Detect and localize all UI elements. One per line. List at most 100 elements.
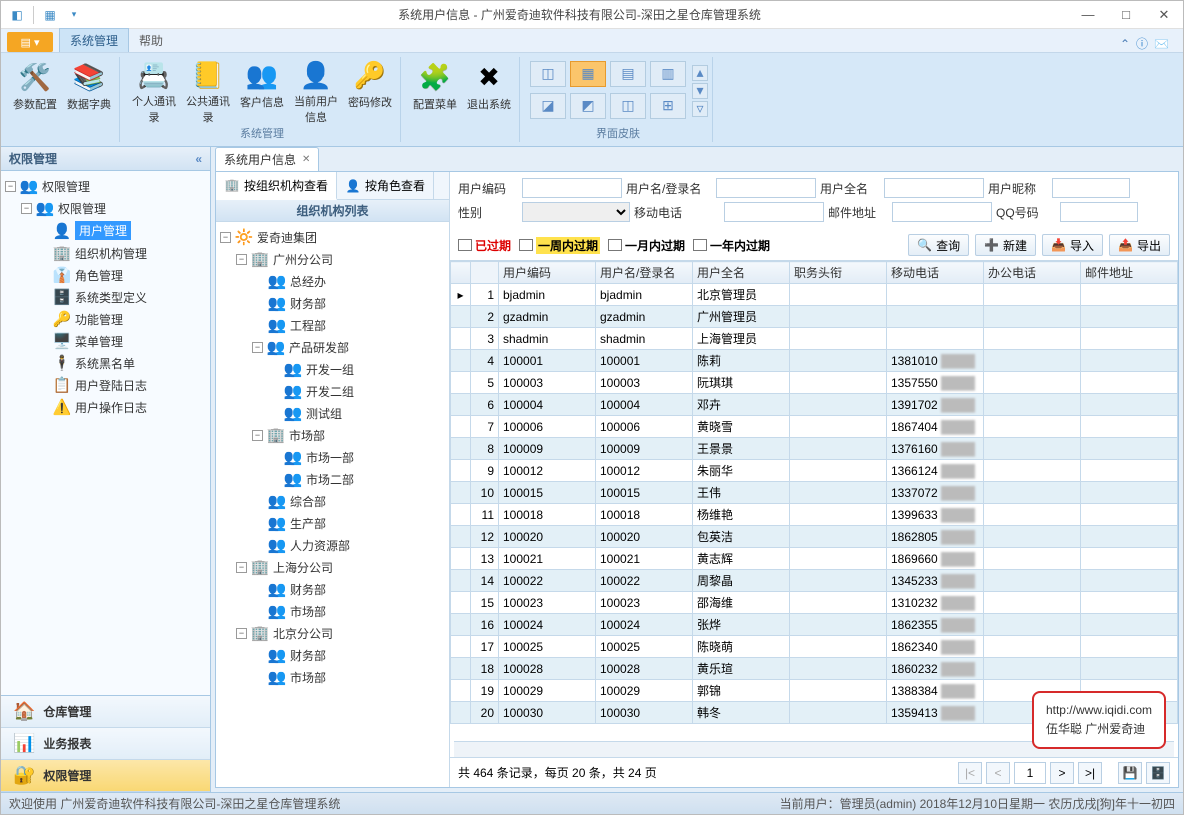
pager-prev-button[interactable]: < bbox=[986, 762, 1010, 784]
qat-button[interactable]: ▦ bbox=[40, 5, 60, 25]
tree-node[interactable]: 👤用户管理 bbox=[5, 219, 206, 242]
tree-node[interactable]: 👥人力资源部 bbox=[220, 534, 445, 556]
input-mobile[interactable] bbox=[724, 202, 824, 222]
expand-icon[interactable]: − bbox=[5, 181, 16, 192]
table-row[interactable]: 18100028100028黄乐瑄1860232 ████ bbox=[451, 658, 1178, 680]
export-button[interactable]: 📤导出 bbox=[1109, 234, 1170, 256]
table-row[interactable]: 15100023100023邵海维1310232 ████ bbox=[451, 592, 1178, 614]
table-row[interactable]: 17100025100025陈晓萌1862340 ████ bbox=[451, 636, 1178, 658]
tree-node[interactable]: 🗄️系统类型定义 bbox=[5, 286, 206, 308]
tree-node[interactable]: 👥工程部 bbox=[220, 314, 445, 336]
tree-node[interactable]: −🏢北京分公司 bbox=[220, 622, 445, 644]
tree-node[interactable]: 📋用户登陆日志 bbox=[5, 374, 206, 396]
close-tab-icon[interactable]: ✕ bbox=[302, 154, 310, 165]
input-nick[interactable] bbox=[1052, 178, 1130, 198]
expand-icon[interactable]: − bbox=[252, 430, 263, 441]
expand-icon[interactable]: − bbox=[21, 203, 32, 214]
nav-category-button[interactable]: 📊业务报表 bbox=[1, 728, 210, 760]
expand-icon[interactable]: − bbox=[220, 232, 231, 243]
maximize-button[interactable]: □ bbox=[1107, 2, 1145, 28]
column-header[interactable]: 职务头衔 bbox=[790, 262, 887, 284]
tree-node[interactable]: −🏢广州分公司 bbox=[220, 248, 445, 270]
nav-category-button[interactable]: 🔐权限管理 bbox=[1, 760, 210, 792]
ribbon-item[interactable]: 🛠️参数配置 bbox=[9, 60, 61, 126]
view-tab-org[interactable]: 🏢按组织机构查看 bbox=[216, 172, 337, 200]
tree-node[interactable]: 👥综合部 bbox=[220, 490, 445, 512]
import-button[interactable]: 📥导入 bbox=[1042, 234, 1103, 256]
column-header[interactable]: 用户名/登录名 bbox=[596, 262, 693, 284]
table-row[interactable]: 3shadminshadmin上海管理员 bbox=[451, 328, 1178, 350]
gallery-more-icon[interactable]: ▿ bbox=[692, 101, 708, 117]
ribbon-collapse-icon[interactable]: ⌃ bbox=[1120, 37, 1130, 51]
expand-icon[interactable]: − bbox=[236, 254, 247, 265]
tree-node[interactable]: 🕴️系统黑名单 bbox=[5, 352, 206, 374]
tree-node[interactable]: 👥开发一组 bbox=[220, 358, 445, 380]
ribbon-tab-system[interactable]: 系统管理 bbox=[59, 28, 129, 52]
table-row[interactable]: 8100009100009王景景1376160 ████ bbox=[451, 438, 1178, 460]
tree-node[interactable]: 🔑功能管理 bbox=[5, 308, 206, 330]
input-email[interactable] bbox=[892, 202, 992, 222]
ribbon-item[interactable]: 👥客户信息 bbox=[236, 58, 288, 124]
skin-option[interactable]: ▦ bbox=[570, 61, 606, 87]
tree-node[interactable]: 👥开发二组 bbox=[220, 380, 445, 402]
nav-category-button[interactable]: 🏠仓库管理 bbox=[1, 696, 210, 728]
table-row[interactable]: ▸1bjadminbjadmin北京管理员 bbox=[451, 284, 1178, 306]
column-header[interactable]: 邮件地址 bbox=[1081, 262, 1178, 284]
tree-node[interactable]: 🏢组织机构管理 bbox=[5, 242, 206, 264]
tree-node[interactable]: 👥生产部 bbox=[220, 512, 445, 534]
tree-node[interactable]: −👥权限管理 bbox=[5, 197, 206, 219]
select-sex[interactable] bbox=[522, 202, 630, 222]
input-login[interactable] bbox=[716, 178, 816, 198]
table-row[interactable]: 16100024100024张烨1862355 ████ bbox=[451, 614, 1178, 636]
ribbon-tab-help[interactable]: 帮助 bbox=[129, 29, 173, 52]
close-button[interactable]: ✕ bbox=[1145, 2, 1183, 28]
document-tab[interactable]: 系统用户信息 ✕ bbox=[215, 147, 319, 171]
table-row[interactable]: 14100022100022周黎晶1345233 ████ bbox=[451, 570, 1178, 592]
ribbon-item[interactable]: 🔑密码修改 bbox=[344, 58, 396, 124]
input-fullname[interactable] bbox=[884, 178, 984, 198]
skin-option[interactable]: ▤ bbox=[610, 61, 646, 87]
tree-node[interactable]: 🖥️菜单管理 bbox=[5, 330, 206, 352]
tree-node[interactable]: 👥财务部 bbox=[220, 578, 445, 600]
ribbon-item[interactable]: 📒公共通讯录 bbox=[182, 58, 234, 124]
tree-node[interactable]: 👥市场部 bbox=[220, 600, 445, 622]
tree-node[interactable]: 👥市场二部 bbox=[220, 468, 445, 490]
collapse-icon[interactable]: « bbox=[195, 152, 202, 166]
ribbon-item[interactable]: 🧩配置菜单 bbox=[409, 60, 461, 126]
permission-tree[interactable]: −👥权限管理−👥权限管理👤用户管理🏢组织机构管理👔角色管理🗄️系统类型定义🔑功能… bbox=[1, 171, 210, 695]
tree-node[interactable]: −👥产品研发部 bbox=[220, 336, 445, 358]
org-tree[interactable]: −🔆爱奇迪集团−🏢广州分公司👥总经办 👥财务部 👥工程部−👥产品研发部👥开发一组👥开… bbox=[216, 222, 449, 787]
gallery-down-icon[interactable]: ▾ bbox=[692, 83, 708, 99]
qat-dropdown[interactable]: ▾ bbox=[64, 5, 84, 25]
pager-last-button[interactable]: >| bbox=[1078, 762, 1102, 784]
ribbon-item[interactable]: 📚数据字典 bbox=[63, 60, 115, 126]
pager-first-button[interactable]: |< bbox=[958, 762, 982, 784]
table-row[interactable]: 2gzadmingzadmin广州管理员 bbox=[451, 306, 1178, 328]
ribbon-item[interactable]: ✖退出系统 bbox=[463, 60, 515, 126]
skin-option[interactable]: ◫ bbox=[610, 93, 646, 119]
table-row[interactable]: 4100001100001陈莉1381010 ████ bbox=[451, 350, 1178, 372]
skin-gallery[interactable]: ◫ ▦ ▤ ▥ ◪ ◩ ◫ ⊞ bbox=[528, 59, 688, 123]
gallery-up-icon[interactable]: ▴ bbox=[692, 65, 708, 81]
search-button[interactable]: 🔍查询 bbox=[908, 234, 969, 256]
input-user-code[interactable] bbox=[522, 178, 622, 198]
tree-node[interactable]: 👥市场部 bbox=[220, 666, 445, 688]
tree-node[interactable]: 👥财务部 bbox=[220, 644, 445, 666]
tree-node[interactable]: ⚠️用户操作日志 bbox=[5, 396, 206, 418]
mail-icon[interactable]: ✉️ bbox=[1154, 37, 1169, 51]
pager-export-all-button[interactable]: 🗄️ bbox=[1146, 762, 1170, 784]
input-qq[interactable] bbox=[1060, 202, 1138, 222]
expand-icon[interactable]: − bbox=[236, 628, 247, 639]
table-row[interactable]: 12100020100020包英洁1862805 ████ bbox=[451, 526, 1178, 548]
table-row[interactable]: 5100003100003阮琪琪1357550 ████ bbox=[451, 372, 1178, 394]
tree-node[interactable]: 👥总经办 bbox=[220, 270, 445, 292]
column-header[interactable]: 用户编码 bbox=[499, 262, 596, 284]
skin-option[interactable]: ◩ bbox=[570, 93, 606, 119]
tree-node[interactable]: −🔆爱奇迪集团 bbox=[220, 226, 445, 248]
view-tab-role[interactable]: 👤按角色查看 bbox=[337, 172, 434, 199]
tree-node[interactable]: 👥市场一部 bbox=[220, 446, 445, 468]
ribbon-item[interactable]: 👤当前用户信息 bbox=[290, 58, 342, 124]
user-grid[interactable]: 用户编码用户名/登录名用户全名职务头衔移动电话办公电话邮件地址 ▸1bjadmi… bbox=[450, 260, 1178, 741]
column-header[interactable]: 办公电话 bbox=[984, 262, 1081, 284]
skin-option[interactable]: ⊞ bbox=[650, 93, 686, 119]
